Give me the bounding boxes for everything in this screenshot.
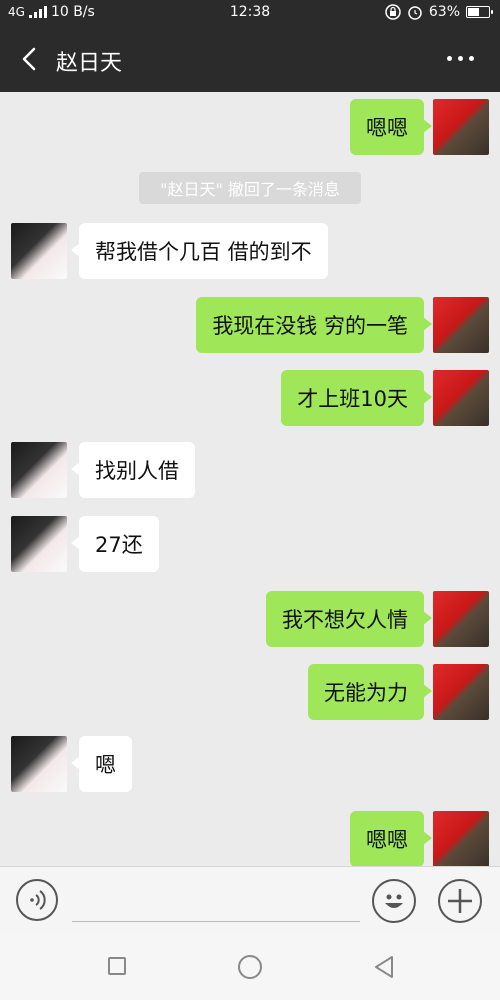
system-nav-bar xyxy=(0,934,500,1000)
plus-icon[interactable] xyxy=(438,879,482,923)
message-bubble-other[interactable]: 找别人借 xyxy=(71,442,195,498)
self-avatar[interactable] xyxy=(433,99,489,155)
voice-icon[interactable] xyxy=(16,879,58,921)
self-avatar[interactable] xyxy=(433,811,489,867)
more-dot xyxy=(446,55,452,61)
battery-fill xyxy=(468,8,480,16)
triangle-back-icon[interactable] xyxy=(372,954,396,980)
more-icon[interactable] xyxy=(442,48,478,68)
plus-sign-icon xyxy=(448,889,472,913)
emoji-icon[interactable] xyxy=(372,879,416,923)
smiley-face-icon xyxy=(385,894,403,908)
back-arrow-icon[interactable] xyxy=(16,44,46,74)
contact-avatar[interactable] xyxy=(11,736,67,792)
message-bubble-self[interactable]: 我现在没钱 穷的一笔 xyxy=(196,297,432,353)
recall-notice: "赵日天" 撤回了一条消息 xyxy=(139,172,361,204)
alarm-icon xyxy=(408,6,422,20)
message-input[interactable] xyxy=(72,885,360,922)
more-dot xyxy=(457,55,463,61)
chat-title: 赵日天 xyxy=(56,51,123,76)
battery-icon xyxy=(466,6,493,18)
lock-rotation-icon xyxy=(385,4,401,20)
input-bar xyxy=(0,866,500,935)
contact-avatar[interactable] xyxy=(11,516,67,572)
message-bubble-self[interactable]: 嗯嗯 xyxy=(350,99,432,155)
self-avatar[interactable] xyxy=(433,297,489,353)
message-bubble-self[interactable]: 嗯嗯 xyxy=(350,811,432,867)
chat-header: 赵日天 xyxy=(0,26,500,92)
voice-waves-icon xyxy=(30,890,46,910)
message-bubble-self[interactable]: 无能为力 xyxy=(308,664,432,720)
self-avatar[interactable] xyxy=(433,664,489,720)
self-avatar[interactable] xyxy=(433,370,489,426)
battery-text: 63% xyxy=(428,4,460,20)
more-dot xyxy=(468,55,474,61)
message-bubble-other[interactable]: 嗯 xyxy=(71,736,132,792)
contact-avatar[interactable] xyxy=(11,223,67,279)
message-bubble-self[interactable]: 我不想欠人情 xyxy=(266,591,432,647)
message-bubble-other[interactable]: 帮我借个几百 借的到不 xyxy=(71,223,328,279)
circle-icon[interactable] xyxy=(238,955,262,979)
status-right: 63% xyxy=(385,4,493,20)
message-bubble-self[interactable]: 才上班10天 xyxy=(281,370,432,426)
contact-avatar[interactable] xyxy=(11,442,67,498)
self-avatar[interactable] xyxy=(433,591,489,647)
chat-history[interactable]: 嗯嗯 "赵日天" 撤回了一条消息 帮我借个几百 借的到不 我现在没钱 穷的一笔 … xyxy=(0,92,500,867)
square-icon[interactable] xyxy=(108,957,126,975)
message-bubble-other[interactable]: 27还 xyxy=(71,516,159,572)
status-bar: 4G 10 B/s 12:38 63% xyxy=(0,0,500,26)
